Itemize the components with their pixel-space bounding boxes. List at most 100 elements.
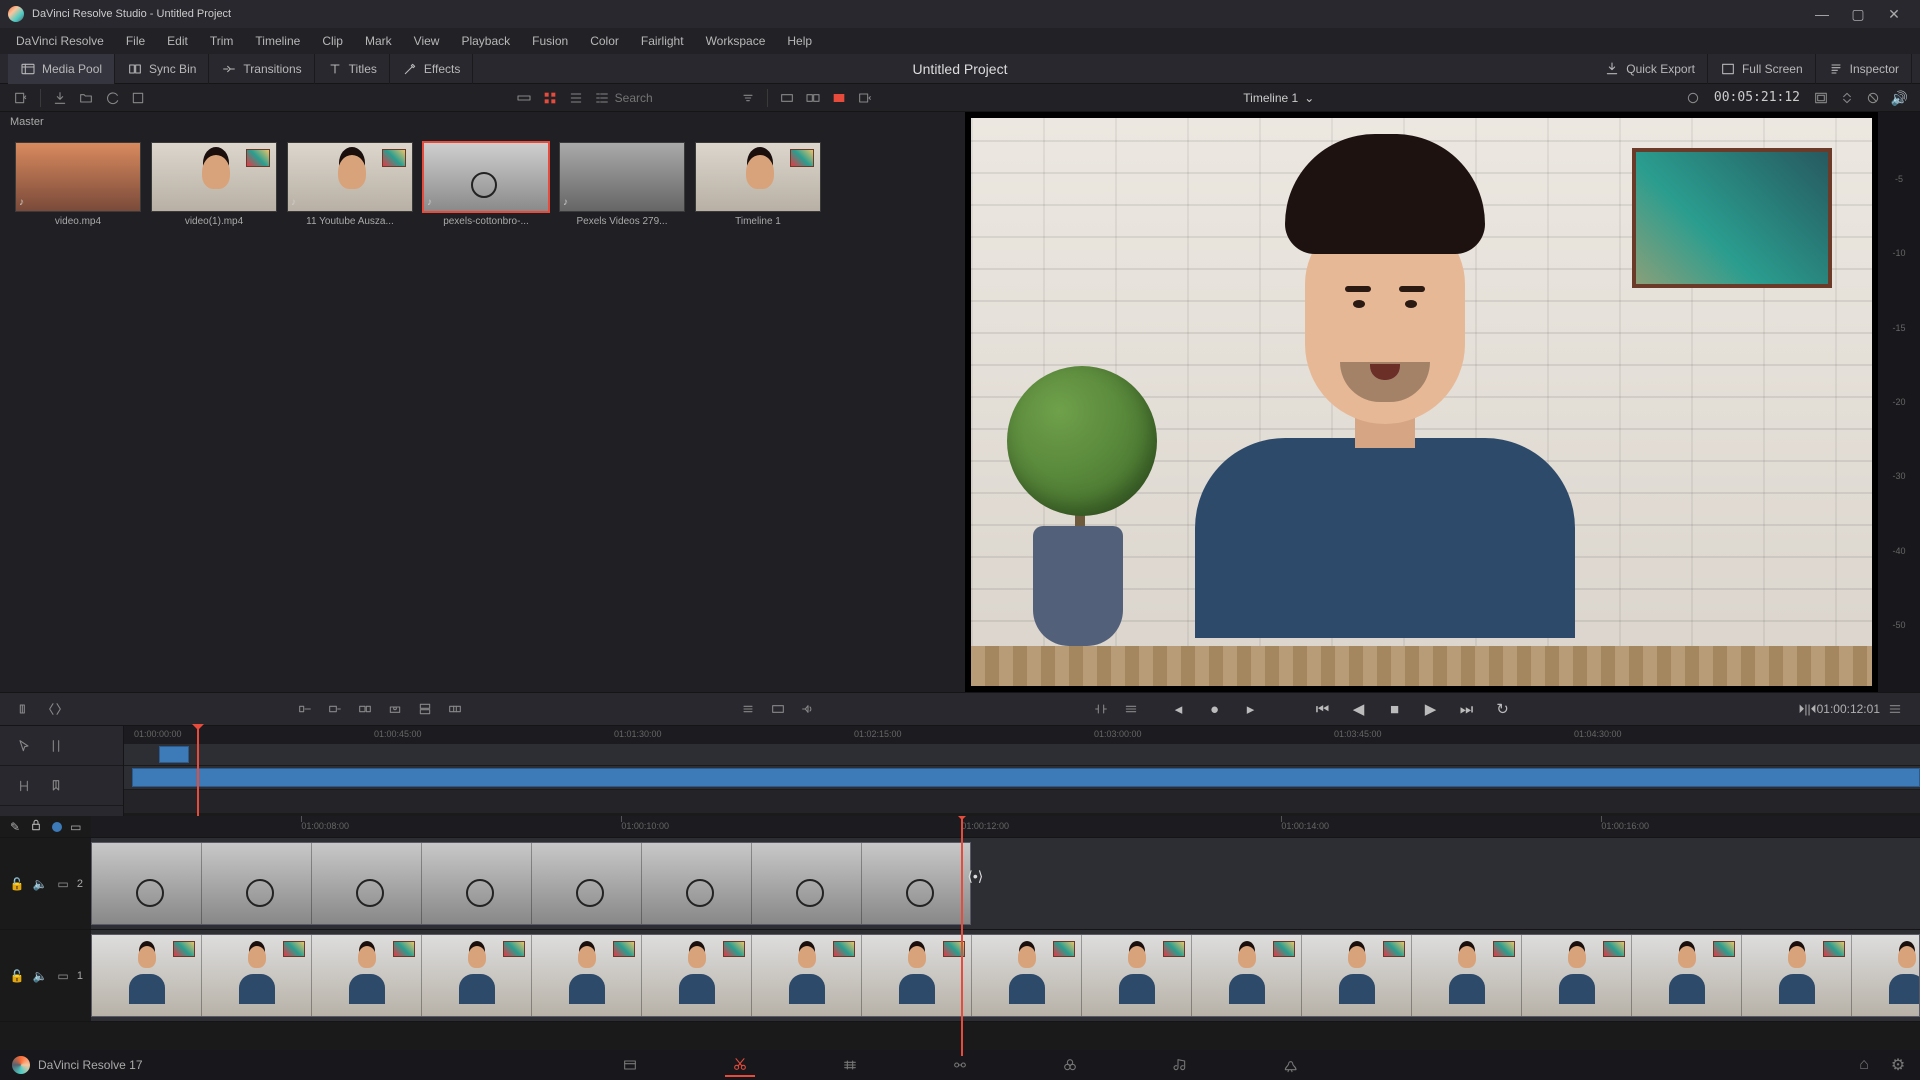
- viewer-zoom-button[interactable]: [1835, 86, 1859, 110]
- fairlight-page-tab[interactable]: [1165, 1053, 1195, 1077]
- step-back-button[interactable]: ◀: [1344, 696, 1374, 722]
- menu-workspace[interactable]: Workspace: [696, 30, 776, 52]
- mini-track-1[interactable]: [124, 766, 1920, 790]
- source-timecode[interactable]: 00:05:21:12: [1706, 90, 1808, 105]
- snapping-toggle[interactable]: [14, 776, 34, 796]
- deliver-page-tab[interactable]: [1275, 1053, 1305, 1077]
- media-clip[interactable]: video(1).mp4: [150, 142, 278, 227]
- titles-toggle[interactable]: Titles: [315, 54, 390, 84]
- media-clip[interactable]: ♪video.mp4: [14, 142, 142, 227]
- mini-ruler[interactable]: 01:00:00:0001:00:45:0001:01:30:0001:02:1…: [124, 726, 1920, 744]
- bin-path[interactable]: Master: [0, 112, 965, 134]
- close-up-button[interactable]: [380, 695, 410, 723]
- ripple-overwrite-button[interactable]: [350, 695, 380, 723]
- track-lock-v1[interactable]: 🔓: [8, 967, 26, 985]
- source-tape-button[interactable]: [775, 86, 799, 110]
- track-lock-v2[interactable]: 🔓: [8, 875, 26, 893]
- full-screen-button[interactable]: Full Screen: [1708, 54, 1816, 84]
- track-enable-v2[interactable]: ▭: [54, 875, 72, 893]
- track-view-button[interactable]: ▭: [70, 820, 81, 834]
- mini-clip-2[interactable]: [159, 746, 189, 763]
- trim-tool[interactable]: [46, 736, 66, 756]
- track-color-swatch[interactable]: [52, 822, 62, 832]
- bin-list-dropdown[interactable]: [9, 86, 33, 110]
- media-pool-toggle[interactable]: Media Pool: [8, 54, 115, 84]
- sort-button[interactable]: [736, 86, 760, 110]
- inspector-toggle[interactable]: Inspector: [1816, 54, 1912, 84]
- media-clip[interactable]: ♪pexels-cottonbro-...: [422, 142, 550, 227]
- clip-v2[interactable]: [91, 842, 971, 925]
- media-page-tab[interactable]: [615, 1053, 645, 1077]
- menu-edit[interactable]: Edit: [157, 30, 198, 52]
- media-clip[interactable]: Timeline 1: [694, 142, 822, 227]
- minimize-button[interactable]: —: [1804, 3, 1840, 25]
- import-folder-button[interactable]: [74, 86, 98, 110]
- audio-only-button[interactable]: [793, 695, 823, 723]
- menu-clip[interactable]: Clip: [312, 30, 353, 52]
- smart-insert-button[interactable]: [290, 695, 320, 723]
- home-button[interactable]: ⌂: [1854, 1053, 1874, 1077]
- bin-options-button[interactable]: [126, 86, 150, 110]
- append-button[interactable]: [320, 695, 350, 723]
- menu-davinci-resolve[interactable]: DaVinci Resolve: [6, 30, 114, 52]
- mark-out-button[interactable]: |⏴: [1807, 702, 1816, 717]
- sync-indicator-button[interactable]: [1116, 695, 1146, 723]
- thumbnail-view-button[interactable]: [538, 86, 562, 110]
- effects-toggle[interactable]: Effects: [390, 54, 473, 84]
- transitions-toggle[interactable]: Transitions: [209, 54, 314, 84]
- speaker-icon[interactable]: 🔊: [1891, 90, 1908, 107]
- sync-bin-toggle[interactable]: Sync Bin: [115, 54, 209, 84]
- stop-button[interactable]: ■: [1380, 696, 1410, 722]
- menu-fairlight[interactable]: Fairlight: [631, 30, 694, 52]
- marker-tool[interactable]: [46, 776, 66, 796]
- lock-tracks-button[interactable]: [28, 817, 44, 836]
- jog-stop-button[interactable]: ●: [1200, 696, 1230, 722]
- track-mute-v2[interactable]: 🔈: [31, 875, 49, 893]
- menu-timeline[interactable]: Timeline: [245, 30, 310, 52]
- viewer-options-button[interactable]: [853, 86, 877, 110]
- close-button[interactable]: ✕: [1876, 3, 1912, 25]
- playhead[interactable]: [961, 816, 963, 1056]
- timeline-tracks[interactable]: 01:00:08:0001:00:10:0001:00:12:0001:00:1…: [91, 816, 1920, 1056]
- match-frame-button[interactable]: [1681, 86, 1705, 110]
- mini-clip-1[interactable]: [132, 768, 1920, 787]
- timeline-ruler[interactable]: 01:00:08:0001:00:10:0001:00:12:0001:00:1…: [91, 816, 1920, 838]
- search-input[interactable]: [615, 91, 735, 105]
- record-timecode[interactable]: 01:00:12:01: [1817, 702, 1880, 716]
- detail-view-button[interactable]: [590, 86, 614, 110]
- auto-track-selector[interactable]: ✎: [10, 820, 20, 834]
- menu-file[interactable]: File: [116, 30, 155, 52]
- dual-viewer-button[interactable]: [801, 86, 825, 110]
- split-button[interactable]: [40, 695, 70, 723]
- bypass-fx-button[interactable]: [1861, 86, 1885, 110]
- loop-button[interactable]: ↻: [1488, 696, 1518, 722]
- place-on-top-button[interactable]: [410, 695, 440, 723]
- trim-handle-icon[interactable]: ⟨•⟩: [967, 868, 983, 888]
- media-clip[interactable]: ♪11 Youtube Ausza...: [286, 142, 414, 227]
- menu-color[interactable]: Color: [580, 30, 629, 52]
- list-view-button[interactable]: [564, 86, 588, 110]
- safe-area-button[interactable]: [1809, 86, 1833, 110]
- menu-help[interactable]: Help: [777, 30, 822, 52]
- track-enable-v1[interactable]: ▭: [54, 967, 72, 985]
- selection-tool[interactable]: [14, 736, 34, 756]
- import-media-button[interactable]: [48, 86, 72, 110]
- jog-back-button[interactable]: ◂: [1164, 696, 1194, 722]
- fusion-page-tab[interactable]: [945, 1053, 975, 1077]
- video-only-button[interactable]: [763, 695, 793, 723]
- sync-button[interactable]: [100, 86, 124, 110]
- edit-page-tab[interactable]: [835, 1053, 865, 1077]
- jog-fwd-button[interactable]: ▸: [1236, 696, 1266, 722]
- timeline-selector[interactable]: Timeline 1 ⌄: [1237, 91, 1320, 105]
- menu-view[interactable]: View: [404, 30, 450, 52]
- viewer-canvas[interactable]: [971, 118, 1872, 686]
- timeline-options-button[interactable]: [1880, 695, 1910, 723]
- source-overwrite-button[interactable]: [440, 695, 470, 723]
- media-clip[interactable]: ♪Pexels Videos 279...: [558, 142, 686, 227]
- quick-export-button[interactable]: Quick Export: [1592, 54, 1708, 84]
- menu-fusion[interactable]: Fusion: [522, 30, 578, 52]
- maximize-button[interactable]: ▢: [1840, 3, 1876, 25]
- clip-v1[interactable]: [91, 934, 1920, 1017]
- mini-playhead[interactable]: [197, 726, 199, 816]
- mark-in-button[interactable]: ⏵|: [1798, 702, 1807, 717]
